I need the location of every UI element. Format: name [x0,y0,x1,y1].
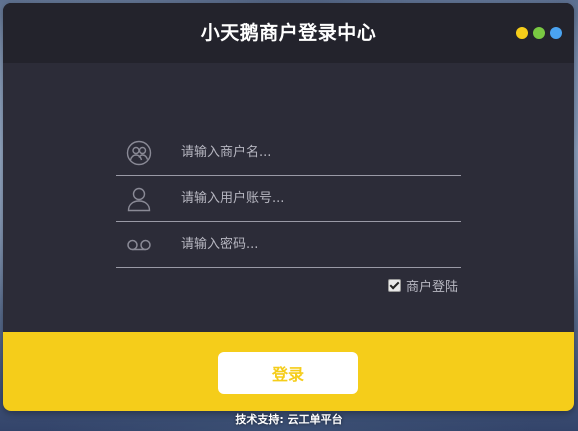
login-form [116,130,461,268]
account-input[interactable] [179,190,453,207]
blue-dot [550,27,562,39]
account-field [116,176,461,222]
voicemail-key-icon [124,230,154,260]
merchant-input[interactable] [179,144,453,161]
merchant-login-label: 商户登陆 [405,280,458,295]
merchant-login-option[interactable]: 商户登陆 [387,276,458,295]
merchant-users-icon [124,138,154,168]
merchant-field [116,130,461,176]
merchant-login-checkbox[interactable] [387,279,401,292]
yellow-dot [516,27,528,39]
header-bar: 小天鹅商户登录中心 [3,3,574,63]
green-dot [533,27,545,39]
user-icon [124,184,154,214]
window-dots [516,27,562,39]
support-text: 技术支持: 云工单平台 [235,413,343,426]
password-field [116,222,461,268]
page-title: 小天鹅商户登录中心 [200,22,377,44]
password-input[interactable] [179,236,453,253]
footer-bar: 登录 [3,332,574,411]
login-card: 小天鹅商户登录中心 请输入商户名... 请输入用户账号... 商户登陆 登录 [3,3,574,411]
login-button[interactable]: 登录 [218,352,358,394]
